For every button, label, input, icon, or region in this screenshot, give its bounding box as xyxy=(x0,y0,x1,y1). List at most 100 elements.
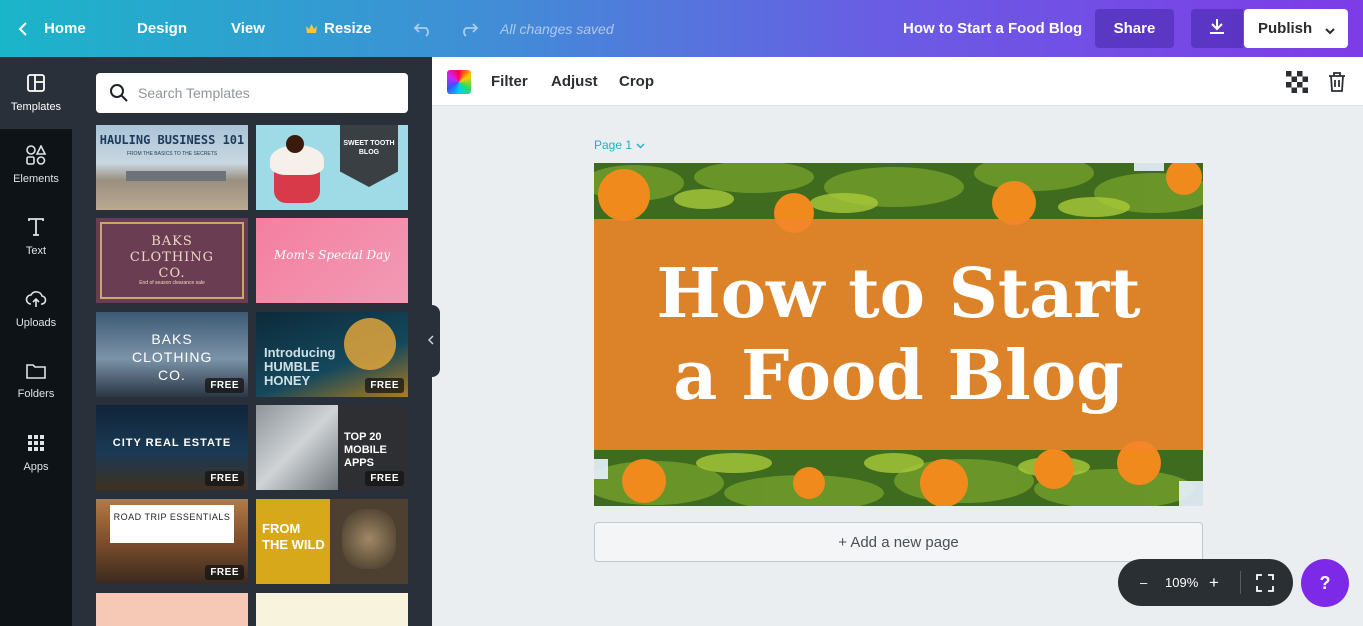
crown-icon xyxy=(305,23,318,35)
chevron-down-icon xyxy=(636,138,645,152)
template-title: Mom's Special Day xyxy=(273,248,391,262)
template-card[interactable]: TOP 20 MOBILE APPS FREE xyxy=(256,405,408,490)
nav-folders-label: Folders xyxy=(17,388,55,400)
template-title: ROAD TRIP ESSENTIALS xyxy=(113,512,231,522)
template-card[interactable]: ROAD TRIP ESSENTIALS FREE xyxy=(96,499,248,584)
editor-toolbar: Filter Adjust Crop xyxy=(432,57,1363,106)
frog-shape xyxy=(342,509,396,569)
top-bar: Home Design View Resize All changes save… xyxy=(0,0,1363,57)
template-title: SWEET TOOTH BLOG xyxy=(343,140,395,156)
resize-button[interactable]: Resize xyxy=(305,0,372,57)
add-page-button[interactable]: + Add a new page xyxy=(594,522,1203,562)
elements-icon xyxy=(25,144,47,173)
transparency-icon[interactable] xyxy=(1286,57,1308,106)
nav-text-label: Text xyxy=(25,245,47,257)
folder-icon xyxy=(25,362,47,388)
title-band[interactable]: How to Start a Food Blog xyxy=(594,219,1203,450)
title-card-shape xyxy=(110,505,234,543)
nav-templates-label: Templates xyxy=(10,101,62,113)
fullscreen-icon[interactable] xyxy=(1256,559,1274,606)
zoom-divider xyxy=(1240,571,1241,594)
crop-button[interactable]: Crop xyxy=(619,57,654,106)
nav-elements[interactable]: Elements xyxy=(0,129,72,201)
redo-icon[interactable] xyxy=(459,0,479,57)
page-label: Page 1 xyxy=(594,138,633,152)
side-nav: Templates Elements Text Uploads Folders … xyxy=(0,57,72,626)
nav-templates[interactable]: Templates xyxy=(0,57,72,129)
color-picker-button[interactable] xyxy=(447,57,471,106)
zoom-in-button[interactable]: + xyxy=(1209,559,1219,606)
template-title: BAKS CLOTHING CO. xyxy=(129,234,215,281)
template-card[interactable]: CITY REAL ESTATE FREE xyxy=(96,405,248,490)
free-badge: FREE xyxy=(205,378,244,393)
undo-icon[interactable] xyxy=(413,0,433,57)
publish-label: Publish xyxy=(1258,20,1313,37)
template-card[interactable]: SWEET TOOTH BLOG xyxy=(256,125,408,210)
nav-elements-label: Elements xyxy=(13,173,59,185)
template-subtitle: FROM THE BASICS TO THE SECRETS xyxy=(126,151,218,157)
honey-dipper-shape xyxy=(344,318,396,370)
chevron-left-icon xyxy=(427,332,434,350)
home-button[interactable]: Home xyxy=(18,0,86,57)
page-selector[interactable]: Page 1 xyxy=(594,138,645,152)
template-card[interactable]: BAKS CLOTHING CO. FREE xyxy=(96,312,248,397)
upload-cloud-icon xyxy=(25,289,47,317)
chevron-left-icon xyxy=(18,21,28,37)
publish-button[interactable]: Publish xyxy=(1244,9,1348,48)
trash-icon[interactable] xyxy=(1327,57,1347,106)
template-card[interactable]: Introducing HUMBLE HONEY FREE xyxy=(256,312,408,397)
nav-text[interactable]: Text xyxy=(0,201,72,273)
view-menu[interactable]: View xyxy=(231,0,265,57)
template-title: FROM THE WILD xyxy=(262,521,325,552)
templates-panel: HAULING BUSINESS 101 FROM THE BASICS TO … xyxy=(72,57,432,626)
nav-uploads[interactable]: Uploads xyxy=(0,273,72,345)
template-card[interactable] xyxy=(96,593,248,626)
adjust-button[interactable]: Adjust xyxy=(551,57,598,106)
home-label: Home xyxy=(44,20,86,37)
template-title: TOP 20 MOBILE APPS xyxy=(344,431,387,469)
search-box xyxy=(96,73,408,113)
collapse-panel-button[interactable] xyxy=(422,305,440,377)
template-card[interactable]: FROM THE WILD xyxy=(256,499,408,584)
photo-hands xyxy=(256,405,338,490)
overpass-shape xyxy=(126,171,226,181)
nav-apps-label: Apps xyxy=(23,461,49,473)
document-title[interactable]: How to Start a Food Blog xyxy=(903,0,1082,57)
download-button[interactable] xyxy=(1191,9,1243,48)
chocolate-shape xyxy=(286,135,304,153)
zoom-control: – 109% + xyxy=(1118,559,1293,606)
template-title: CITY REAL ESTATE xyxy=(112,437,232,449)
template-card[interactable]: Mom's Special Day xyxy=(256,218,408,303)
help-button[interactable]: ? xyxy=(1301,559,1349,607)
template-card[interactable]: HAULING BUSINESS 101 FROM THE BASICS TO … xyxy=(96,125,248,210)
chevron-down-icon xyxy=(1324,23,1336,40)
apps-grid-icon xyxy=(26,433,46,461)
design-title-text[interactable]: How to Start a Food Blog xyxy=(639,253,1159,417)
free-badge: FREE xyxy=(205,565,244,580)
design-canvas[interactable]: How to Start a Food Blog xyxy=(594,163,1203,506)
zoom-out-button[interactable]: – xyxy=(1140,559,1147,606)
zoom-level[interactable]: 109% xyxy=(1165,559,1198,606)
resize-label: Resize xyxy=(324,20,372,37)
design-menu[interactable]: Design xyxy=(137,0,187,57)
template-subtitle: End of season clearance sale xyxy=(139,280,205,286)
template-title: HAULING BUSINESS 101 xyxy=(99,133,245,147)
nav-uploads-label: Uploads xyxy=(15,317,57,329)
nav-apps[interactable]: Apps xyxy=(0,417,72,489)
template-card[interactable] xyxy=(256,593,408,626)
text-icon xyxy=(26,217,46,245)
color-swatch-icon xyxy=(447,69,471,94)
free-badge: FREE xyxy=(365,471,404,486)
download-icon xyxy=(1208,17,1226,40)
template-title: Introducing HUMBLE HONEY xyxy=(264,345,336,388)
nav-folders[interactable]: Folders xyxy=(0,345,72,417)
free-badge: FREE xyxy=(365,378,404,393)
template-title: BAKS CLOTHING CO. xyxy=(132,331,213,383)
template-card[interactable]: BAKS CLOTHING CO. End of season clearanc… xyxy=(96,218,248,303)
save-status: All changes saved xyxy=(500,20,614,37)
search-input[interactable] xyxy=(138,73,398,113)
share-button[interactable]: Share xyxy=(1095,9,1174,48)
free-badge: FREE xyxy=(205,471,244,486)
templates-icon xyxy=(26,73,46,101)
filter-button[interactable]: Filter xyxy=(491,57,528,106)
